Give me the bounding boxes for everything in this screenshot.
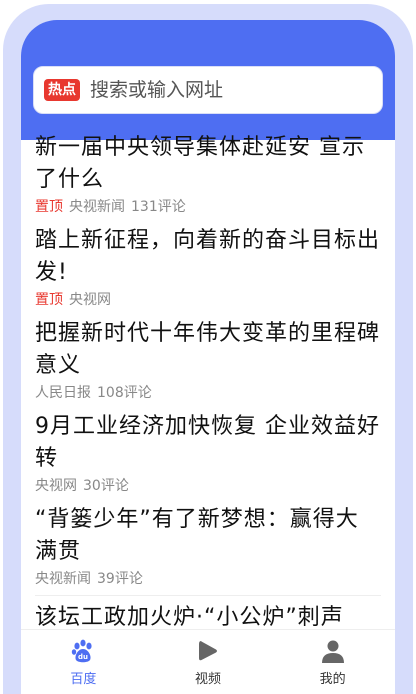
news-source: 人民日报 — [35, 385, 91, 401]
bottom-tab-bar: du 百度 视频 我的 — [21, 629, 395, 694]
tab-baidu[interactable]: du 百度 — [21, 630, 146, 694]
comment-count[interactable]: 131评论 — [131, 199, 186, 215]
search-bar[interactable]: 热点 — [33, 66, 383, 114]
tab-label: 视频 — [195, 672, 222, 687]
tab-mine[interactable]: 我的 — [270, 630, 395, 694]
news-source: 央视新闻 — [69, 199, 125, 215]
news-title[interactable]: 踏上新征程，向着新的奋斗目标出发! — [35, 217, 381, 289]
news-item[interactable]: 把握新时代十年伟大变革的里程碑意义 人民日报 108评论 — [21, 310, 395, 403]
play-icon — [199, 641, 217, 661]
tab-video[interactable]: 视频 — [146, 630, 271, 694]
news-item[interactable]: 9月工业经济加快恢复 企业效益好转 央视网 30评论 — [21, 403, 395, 496]
news-meta: 置顶 央视新闻 131评论 — [35, 197, 381, 217]
news-source: 央视网 — [35, 478, 77, 494]
news-title[interactable]: 把握新时代十年伟大变革的里程碑意义 — [35, 310, 381, 382]
phone: 热点 新一届中央领导集体赴延安 宣示了什么 置顶央视新闻131评论 踏上新征程，… — [0, 0, 416, 694]
news-item[interactable]: 新一届中央领导集体赴延安 宣示了什么 置顶 央视新闻 131评论 — [21, 124, 395, 217]
news-meta: 央视新闻 39评论 — [35, 569, 381, 589]
news-item[interactable]: “背篓少年”有了新梦想：赢得大满贯 央视新闻 39评论 — [21, 496, 395, 589]
hot-badge[interactable]: 热点 — [44, 79, 80, 101]
svg-text:du: du — [78, 653, 88, 661]
tab-label: 百度 — [70, 672, 97, 687]
news-title[interactable]: 新一届中央领导集体赴延安 宣示了什么 — [35, 124, 381, 196]
news-feed: 新一届中央领导集体赴延安 宣示了什么 置顶 央视新闻 131评论 踏上新征程，向着新… — [21, 124, 395, 634]
user-icon — [321, 640, 344, 663]
search-input[interactable] — [88, 78, 362, 102]
news-meta: 央视网 30评论 — [35, 476, 381, 496]
pinned-tag: 置顶 — [35, 199, 63, 215]
device-frame: 热点 新一届中央领导集体赴延安 宣示了什么 置顶央视新闻131评论 踏上新征程，… — [3, 4, 413, 694]
news-title[interactable]: “背篓少年”有了新梦想：赢得大满贯 — [35, 496, 381, 568]
news-source: 央视网 — [69, 292, 111, 308]
tab-label: 我的 — [319, 672, 346, 687]
news-source: 央视新闻 — [35, 571, 91, 587]
comment-count[interactable]: 108评论 — [97, 385, 152, 401]
comment-count[interactable]: 30评论 — [83, 478, 129, 494]
app-screen: 热点 新一届中央领导集体赴延安 宣示了什么 置顶央视新闻131评论 踏上新征程，… — [21, 20, 395, 694]
news-meta: 置顶 央视网 — [35, 290, 381, 310]
baidu-paw-icon: du — [72, 639, 92, 663]
news-item[interactable]: 踏上新征程，向着新的奋斗目标出发! 置顶 央视网 — [21, 217, 395, 310]
news-title[interactable]: 9月工业经济加快恢复 企业效益好转 — [35, 403, 381, 475]
news-meta: 人民日报 108评论 — [35, 383, 381, 403]
pinned-tag: 置顶 — [35, 292, 63, 308]
comment-count[interactable]: 39评论 — [97, 571, 143, 587]
